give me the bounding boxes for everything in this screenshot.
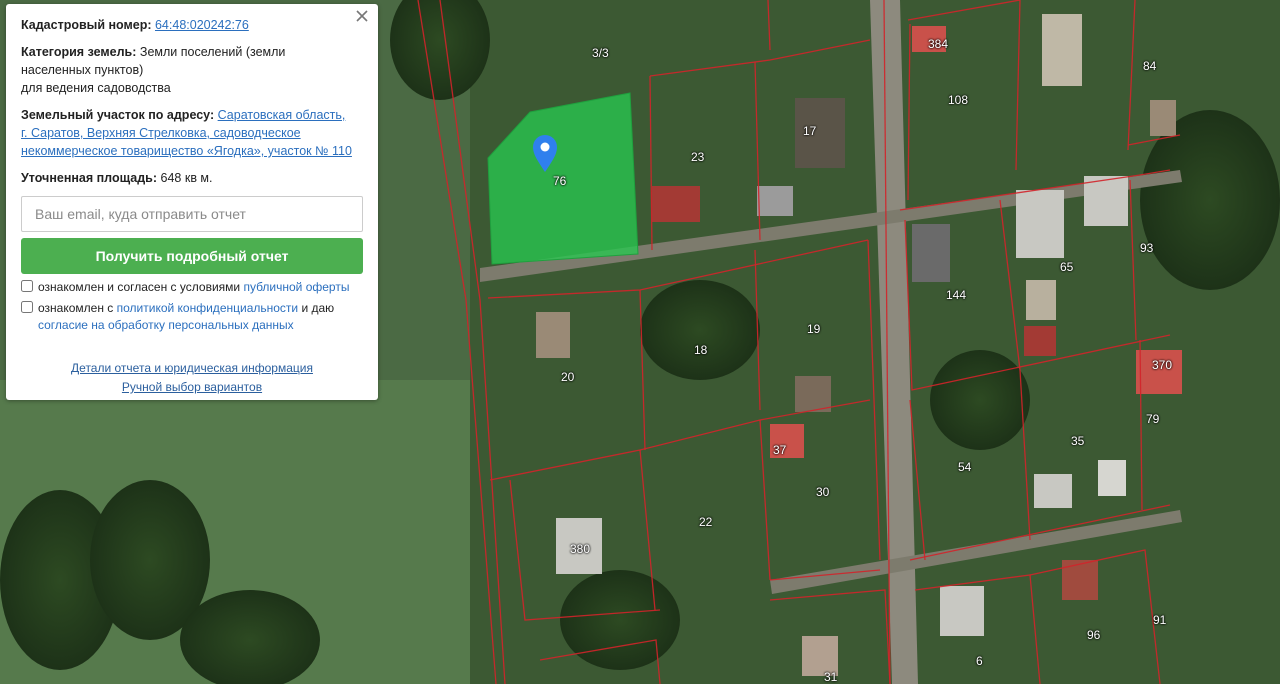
plot-label: 108	[948, 93, 969, 107]
plot-label: 380	[570, 542, 591, 556]
address-link-line3[interactable]: некоммерческое товарищество «Ягодка», уч…	[21, 144, 352, 158]
plot-label: 93	[1140, 241, 1154, 255]
plot-label: 22	[699, 515, 713, 529]
email-input[interactable]	[21, 196, 363, 232]
plot-label: 84	[1143, 59, 1157, 73]
area-label: Уточненная площадь:	[21, 171, 158, 185]
plot-label: 18	[694, 343, 708, 357]
privacy-consent-mid: и даю	[301, 301, 335, 315]
offer-consent-row: ознакомлен и согласен с условиями публич…	[21, 279, 363, 296]
privacy-consent-text: ознакомлен с	[38, 301, 114, 315]
plot-label: 54	[958, 460, 972, 474]
plot-label: 91	[1153, 613, 1167, 627]
plot-label: 30	[816, 485, 830, 499]
address-row: Земельный участок по адресу: Саратовская…	[21, 106, 363, 160]
address-label: Земельный участок по адресу:	[21, 108, 215, 122]
area-value: 648 кв м.	[160, 171, 213, 185]
offer-consent-checkbox[interactable]	[21, 280, 33, 292]
plot-label: 144	[946, 288, 967, 302]
footer-links: Детали отчета и юридическая информация Р…	[21, 359, 363, 397]
cadastral-label: Кадастровый номер:	[21, 18, 152, 32]
cadastral-number-row: Кадастровый номер: 64:48:020242:76	[21, 16, 363, 34]
privacy-consent-checkbox[interactable]	[21, 301, 33, 313]
plot-label: 76	[553, 174, 567, 188]
personal-data-consent-link[interactable]: согласие на обработку персональных данны…	[38, 318, 294, 332]
plot-label: 370	[1152, 358, 1173, 372]
category-label: Категория земель:	[21, 45, 137, 59]
cadastral-number-link[interactable]: 64:48:020242:76	[155, 18, 249, 32]
plot-label: 79	[1146, 412, 1160, 426]
parcel-info-card: Кадастровый номер: 64:48:020242:76 Катег…	[6, 4, 378, 400]
category-value-line3: для ведения садоводства	[21, 81, 171, 95]
plot-label: 35	[1071, 434, 1085, 448]
plot-label: 19	[807, 322, 821, 336]
report-details-link[interactable]: Детали отчета и юридическая информация	[71, 361, 313, 375]
plot-label: 17	[803, 124, 817, 138]
category-value-line1: Земли поселений (земли	[139, 45, 286, 59]
address-link-line2[interactable]: г. Саратов, Верхняя Стрелковка, садоводч…	[21, 126, 301, 140]
plot-label: 96	[1087, 628, 1101, 642]
area-row: Уточненная площадь: 648 кв м.	[21, 169, 363, 187]
plot-label: 20	[561, 370, 575, 384]
land-category-row: Категория земель: Земли поселений (земли…	[21, 43, 363, 97]
plot-label: 37	[773, 443, 787, 457]
public-offer-link[interactable]: публичной оферты	[243, 280, 349, 294]
address-link-line1[interactable]: Саратовская область,	[218, 108, 346, 122]
privacy-policy-link[interactable]: политикой конфиденциальности	[117, 301, 298, 315]
plot-label: 6	[976, 654, 983, 668]
get-report-button[interactable]: Получить подробный отчет	[21, 238, 363, 274]
manual-choice-link[interactable]: Ручной выбор вариантов	[122, 380, 262, 394]
offer-consent-text: ознакомлен и согласен с условиями	[38, 280, 241, 294]
plot-label: 384	[928, 37, 949, 51]
plot-label: 23	[691, 150, 705, 164]
category-value-line2: населенных пунктов)	[21, 63, 144, 77]
privacy-consent-row: ознакомлен с политикой конфиденциальност…	[21, 300, 363, 334]
plot-label: 3/3	[592, 46, 609, 60]
plot-label: 31	[824, 670, 838, 684]
plot-label: 65	[1060, 260, 1074, 274]
close-icon[interactable]	[354, 8, 370, 24]
